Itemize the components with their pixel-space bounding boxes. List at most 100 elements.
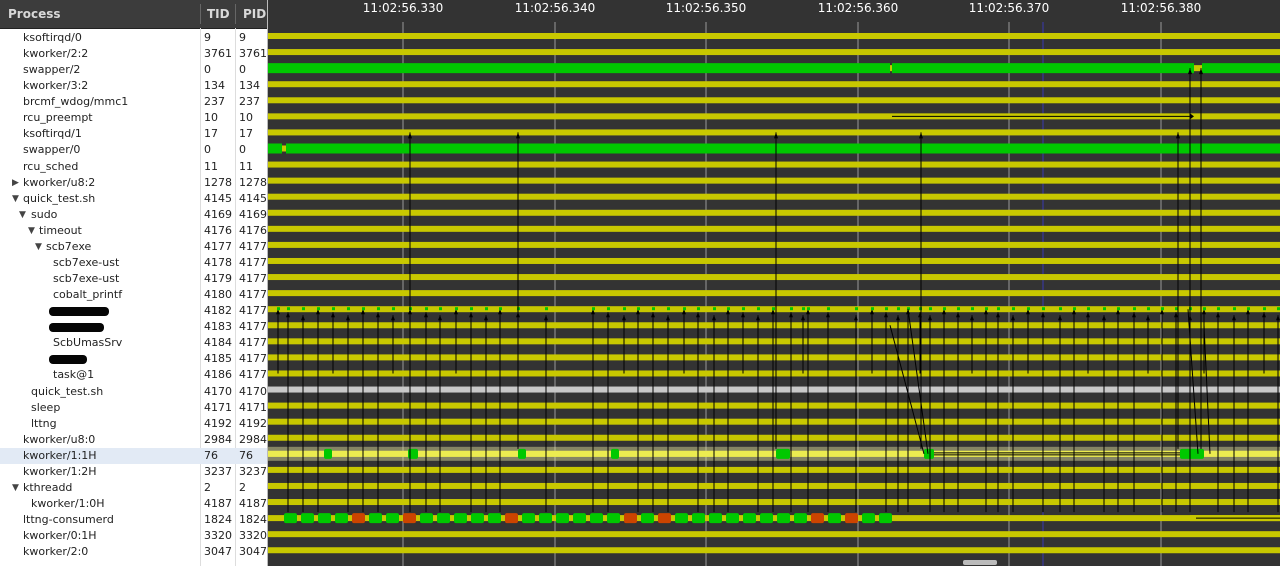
redacted-name: [49, 323, 104, 333]
running-block: [879, 513, 892, 524]
process-row[interactable]: kworker/u8:0 2984 2984: [0, 432, 267, 448]
process-row[interactable]: lttng-consumerd 1824 1824: [0, 512, 267, 528]
process-row[interactable]: ScbUmasSrv 4184 4177: [0, 335, 267, 351]
collapse-arrow-icon[interactable]: ▼: [12, 480, 19, 496]
arrow-head: [896, 315, 900, 321]
wakeup-marker: [1203, 307, 1206, 311]
arrow-head: [346, 315, 350, 321]
collapse-arrow-icon[interactable]: ▼: [12, 191, 19, 207]
process-row[interactable]: ▼ sudo 4169 4169: [0, 207, 267, 223]
wakeup-marker: [885, 307, 888, 311]
state-bar: [268, 386, 1280, 393]
process-row[interactable]: kworker/2:2 3761 3761: [0, 46, 267, 62]
process-row[interactable]: ▼ timeout 4176 4176: [0, 223, 267, 239]
tid-value: 4184: [204, 336, 232, 350]
column-divider[interactable]: [200, 4, 201, 24]
process-row[interactable]: ▼ kthreadd 2 2: [0, 480, 267, 496]
running-block: [386, 513, 399, 524]
process-row[interactable]: kworker/1:0H 4187 4187: [0, 496, 267, 512]
process-name: kworker/2:0: [23, 545, 89, 559]
wakeup-marker: [713, 307, 716, 311]
pid-column-header[interactable]: PID: [243, 0, 266, 28]
process-row[interactable]: 4183 4177: [0, 319, 267, 335]
wakeup-marker: [790, 307, 793, 311]
scrollbar-thumb: [963, 560, 997, 565]
control-flow-chart[interactable]: 11:02:56.330 11:02:56.340 11:02:56.350 11:0…: [268, 0, 1280, 566]
wakeup-marker: [317, 307, 320, 311]
process-name: kworker/1:1H: [23, 448, 97, 462]
process-name: brcmf_wdog/mmc1: [23, 95, 129, 109]
process-row[interactable]: ksoftirqd/0 9 9: [0, 30, 267, 46]
process-row[interactable]: kworker/0:1H 3320 3320: [0, 528, 267, 544]
arrow-head: [712, 315, 716, 321]
pid-value: 4187: [239, 497, 267, 511]
tid-value: 4179: [204, 272, 232, 286]
process-row[interactable]: lttng 4192 4192: [0, 416, 267, 432]
expand-arrow-icon[interactable]: ▶: [12, 175, 19, 191]
process-row[interactable]: rcu_sched 11 11: [0, 159, 267, 175]
wakeup-marker: [499, 307, 502, 311]
process-name: lttng: [31, 416, 57, 430]
running-block: [454, 513, 467, 524]
column-divider[interactable]: [235, 4, 236, 24]
process-row[interactable]: ▼ quick_test.sh 4145 4145: [0, 191, 267, 207]
process-row[interactable]: brcmf_wdog/mmc1 237 237: [0, 94, 267, 110]
wakeup-marker: [1103, 307, 1106, 311]
state-bar: [268, 33, 1280, 39]
process-row[interactable]: ▶ kworker/u8:2 1278 1278: [0, 175, 267, 191]
process-row[interactable]: ksoftirqd/1 17 17: [0, 126, 267, 142]
collapse-arrow-icon[interactable]: ▼: [19, 207, 26, 223]
tid-value: 2984: [204, 432, 232, 446]
wakeup-marker: [485, 307, 488, 311]
running-block: [607, 513, 620, 524]
process-name: ksoftirqd/1: [23, 127, 82, 141]
state-bar: [268, 402, 1280, 409]
running-block: [556, 513, 569, 524]
timeline-svg[interactable]: 11:02:56.330 11:02:56.340 11:02:56.350 11:0…: [268, 0, 1280, 566]
running-block: [709, 513, 722, 524]
collapse-arrow-icon[interactable]: ▼: [28, 223, 35, 239]
state-bar: [268, 482, 1280, 489]
tid-value: 237: [204, 95, 225, 109]
tid-value: 1824: [204, 513, 232, 527]
process-row[interactable]: kworker/2:0 3047 3047: [0, 544, 267, 560]
process-row[interactable]: task@1 4186 4177: [0, 367, 267, 383]
wakeup-marker: [697, 307, 700, 311]
pid-value: 4177: [239, 239, 267, 253]
process-row[interactable]: 4185 4177: [0, 351, 267, 367]
process-row[interactable]: swapper/0 0 0: [0, 142, 267, 158]
tid-value: 17: [204, 127, 218, 141]
arrow-head: [1132, 312, 1136, 318]
pid-value: 76: [239, 448, 253, 462]
tid-value: 4170: [204, 384, 232, 398]
process-row[interactable]: 4182 4177: [0, 303, 267, 319]
arrow-head: [826, 312, 830, 318]
time-label: 11:02:56.370: [969, 1, 1050, 15]
process-row[interactable]: kworker/3:2 134 134: [0, 78, 267, 94]
wakeup-marker: [277, 307, 280, 311]
process-tree-panel: Process TID PID ksoftirqd/0 9 9 kworker/2:2…: [0, 0, 268, 566]
tid-value: 3320: [204, 529, 232, 543]
state-bar: [268, 499, 1280, 506]
process-name: lttng-consumerd: [23, 513, 114, 527]
process-column-header[interactable]: Process: [8, 0, 61, 28]
process-row[interactable]: sleep 4171 4171: [0, 400, 267, 416]
wakeup-marker: [1233, 307, 1236, 311]
wakeup-marker: [807, 307, 810, 311]
process-row[interactable]: quick_test.sh 4170 4170: [0, 384, 267, 400]
wakeup-marker: [943, 307, 946, 311]
process-row[interactable]: scb7exe-ust 4178 4177: [0, 255, 267, 271]
wakeup-marker: [607, 307, 610, 311]
pid-value: 4177: [239, 304, 267, 318]
process-row[interactable]: scb7exe-ust 4179 4177: [0, 271, 267, 287]
process-row[interactable]: swapper/2 0 0: [0, 62, 267, 78]
wakeup-marker: [1012, 307, 1015, 311]
process-row[interactable]: kworker/1:1H 76 76: [0, 447, 267, 464]
process-row[interactable]: rcu_preempt 10 10: [0, 110, 267, 126]
process-row[interactable]: kworker/1:2H 3237 3237: [0, 464, 267, 480]
process-row[interactable]: ▼ scb7exe 4177 4177: [0, 239, 267, 255]
process-row[interactable]: cobalt_printf 4180 4177: [0, 287, 267, 303]
collapse-arrow-icon[interactable]: ▼: [35, 239, 42, 255]
tid-column-header[interactable]: TID: [207, 0, 230, 28]
running-block: [1180, 448, 1204, 459]
